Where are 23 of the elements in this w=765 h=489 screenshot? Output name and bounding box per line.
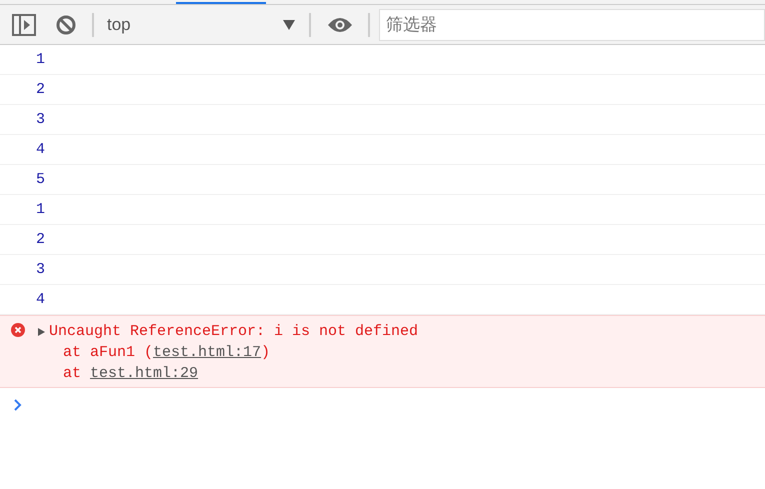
log-value: 1 — [36, 51, 46, 68]
error-text: Uncaught ReferenceError: i is not defined — [49, 323, 418, 340]
error-icon — [11, 323, 25, 337]
stack-trace-line: at test.html:29 — [62, 364, 200, 384]
log-value: 3 — [36, 261, 46, 278]
prompt-chevron-icon[interactable] — [14, 399, 22, 411]
log-value: 4 — [36, 141, 46, 158]
sidebar-toggle-icon[interactable] — [12, 14, 36, 36]
source-link[interactable]: test.html:29 — [90, 365, 198, 382]
log-value: 5 — [36, 171, 46, 188]
log-value: 3 — [36, 111, 46, 128]
log-value: 1 — [36, 201, 46, 218]
expand-triangle-icon[interactable] — [38, 328, 45, 336]
log-value: 2 — [36, 231, 46, 248]
context-dropdown[interactable]: top — [94, 14, 309, 34]
log-value: 4 — [36, 291, 46, 308]
clear-console-icon[interactable] — [56, 14, 76, 34]
stack-trace-line: at aFun1 (test.html:17) — [62, 343, 272, 363]
caret-icon — [282, 20, 295, 30]
eye-icon[interactable] — [326, 16, 353, 32]
log-value: 2 — [36, 81, 46, 98]
filter-field[interactable]: 筛选器 — [378, 8, 765, 40]
source-link[interactable]: test.html:17 — [153, 344, 262, 361]
